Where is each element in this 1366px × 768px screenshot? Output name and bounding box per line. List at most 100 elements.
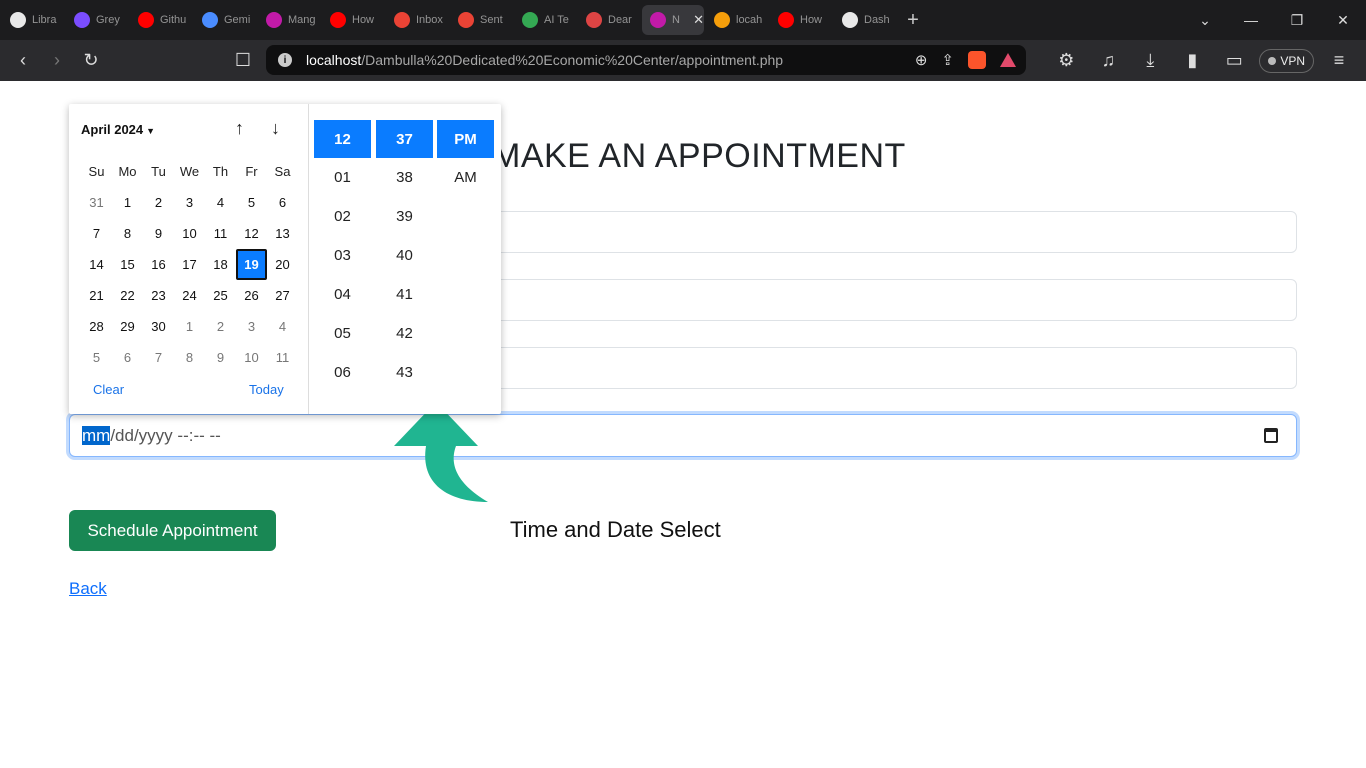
downloads-icon[interactable]: ⤓ bbox=[1133, 44, 1167, 78]
calendar-day[interactable]: 9 bbox=[143, 218, 174, 249]
calendar-day[interactable]: 3 bbox=[236, 311, 267, 342]
menu-icon[interactable]: ≡ bbox=[1322, 44, 1356, 78]
tab-close-icon[interactable]: ✕ bbox=[693, 12, 704, 28]
browser-tab[interactable]: Inbox bbox=[386, 5, 448, 35]
calendar-day[interactable]: 13 bbox=[267, 218, 298, 249]
browser-tab[interactable]: Sent bbox=[450, 5, 512, 35]
schedule-appointment-button[interactable]: Schedule Appointment bbox=[69, 510, 276, 551]
calendar-day[interactable]: 6 bbox=[112, 342, 143, 373]
previous-month-icon[interactable]: ↑ bbox=[235, 118, 244, 139]
calendar-day[interactable]: 4 bbox=[267, 311, 298, 342]
calendar-day[interactable]: 24 bbox=[174, 280, 205, 311]
browser-tab[interactable]: N ✕ bbox=[642, 5, 704, 35]
calendar-day[interactable]: 2 bbox=[205, 311, 236, 342]
calendar-day[interactable]: 5 bbox=[236, 187, 267, 218]
calendar-day[interactable]: 18 bbox=[205, 249, 236, 280]
calendar-day[interactable]: 15 bbox=[112, 249, 143, 280]
restore-button[interactable]: ❐ bbox=[1274, 0, 1320, 40]
selected-minute[interactable]: 37 bbox=[376, 120, 433, 158]
calendar-day[interactable]: 21 bbox=[81, 280, 112, 311]
calendar-day[interactable]: 8 bbox=[174, 342, 205, 373]
extensions-icon[interactable]: ⚙ bbox=[1049, 44, 1083, 78]
browser-tab[interactable]: Gemi bbox=[194, 5, 256, 35]
calendar-day[interactable]: 28 bbox=[81, 311, 112, 342]
share-icon[interactable]: ⇪ bbox=[941, 51, 954, 69]
next-month-icon[interactable]: ↓ bbox=[271, 118, 280, 139]
hour-option[interactable]: 03 bbox=[314, 236, 371, 275]
minute-option[interactable]: 40 bbox=[376, 236, 433, 275]
hour-option[interactable]: 05 bbox=[314, 314, 371, 353]
back-link[interactable]: Back bbox=[69, 579, 107, 599]
selected-ampm[interactable]: PM bbox=[437, 120, 494, 158]
media-icon[interactable]: ♫ bbox=[1091, 44, 1125, 78]
calendar-day[interactable]: 29 bbox=[112, 311, 143, 342]
browser-tab[interactable]: Dear bbox=[578, 5, 640, 35]
calendar-day[interactable]: 20 bbox=[267, 249, 298, 280]
calendar-day[interactable]: 23 bbox=[143, 280, 174, 311]
browser-tab[interactable]: Grey bbox=[66, 5, 128, 35]
hour-option[interactable]: 04 bbox=[314, 275, 371, 314]
bookmark-icon[interactable]: ☐ bbox=[226, 43, 260, 77]
reload-icon[interactable]: ↻ bbox=[74, 44, 108, 78]
browser-tab[interactable]: AI Te bbox=[514, 5, 576, 35]
ampm-option[interactable]: AM bbox=[437, 158, 494, 197]
calendar-icon[interactable] bbox=[1264, 428, 1278, 443]
calendar-day[interactable]: 6 bbox=[267, 187, 298, 218]
calendar-day[interactable]: 3 bbox=[174, 187, 205, 218]
back-nav-icon[interactable]: ‹ bbox=[6, 44, 40, 78]
hour-option[interactable]: 01 bbox=[314, 158, 371, 197]
selected-hour[interactable]: 12 bbox=[314, 120, 371, 158]
calendar-day[interactable]: 10 bbox=[236, 342, 267, 373]
calendar-day[interactable]: 31 bbox=[81, 187, 112, 218]
close-window-button[interactable]: ✕ bbox=[1320, 0, 1366, 40]
calendar-day[interactable]: 17 bbox=[174, 249, 205, 280]
brave-rewards-icon[interactable] bbox=[1000, 53, 1016, 67]
calendar-day[interactable]: 11 bbox=[205, 218, 236, 249]
calendar-day[interactable]: 1 bbox=[112, 187, 143, 218]
zoom-icon[interactable]: ⊕ bbox=[915, 51, 928, 69]
browser-tab[interactable]: How bbox=[322, 5, 384, 35]
month-year-selector[interactable]: April 2024 ▼ bbox=[81, 122, 155, 137]
calendar-day[interactable]: 7 bbox=[143, 342, 174, 373]
vpn-button[interactable]: VPN bbox=[1259, 48, 1314, 73]
browser-tab[interactable]: locah bbox=[706, 5, 768, 35]
calendar-day[interactable]: 4 bbox=[205, 187, 236, 218]
minute-option[interactable]: 43 bbox=[376, 353, 433, 392]
calendar-day[interactable]: 9 bbox=[205, 342, 236, 373]
datetime-input[interactable]: mm/dd/yyyy --:-- -- bbox=[69, 414, 1297, 457]
calendar-day[interactable]: 12 bbox=[236, 218, 267, 249]
new-tab-button[interactable]: + bbox=[896, 9, 930, 32]
site-info-icon[interactable]: i bbox=[278, 53, 292, 67]
tab-search-icon[interactable]: ⌄ bbox=[1182, 0, 1228, 40]
calendar-day[interactable]: 30 bbox=[143, 311, 174, 342]
calendar-day[interactable]: 26 bbox=[236, 280, 267, 311]
sidebar-icon[interactable]: ▮ bbox=[1175, 44, 1209, 78]
calendar-day[interactable]: 5 bbox=[81, 342, 112, 373]
datetime-month-segment[interactable]: mm bbox=[82, 426, 111, 445]
browser-tab[interactable]: Libra bbox=[2, 5, 64, 35]
forward-nav-icon[interactable]: › bbox=[40, 44, 74, 78]
calendar-day[interactable]: 7 bbox=[81, 218, 112, 249]
browser-tab[interactable]: Githu bbox=[130, 5, 192, 35]
calendar-day[interactable]: 1 bbox=[174, 311, 205, 342]
minute-option[interactable]: 41 bbox=[376, 275, 433, 314]
brave-shields-icon[interactable] bbox=[968, 51, 986, 69]
minimize-button[interactable]: — bbox=[1228, 0, 1274, 40]
calendar-day[interactable]: 16 bbox=[143, 249, 174, 280]
calendar-day[interactable]: 27 bbox=[267, 280, 298, 311]
hour-option[interactable]: 02 bbox=[314, 197, 371, 236]
minute-option[interactable]: 39 bbox=[376, 197, 433, 236]
calendar-day[interactable]: 22 bbox=[112, 280, 143, 311]
browser-tab[interactable]: How bbox=[770, 5, 832, 35]
calendar-day[interactable]: 11 bbox=[267, 342, 298, 373]
browser-tab[interactable]: Dash bbox=[834, 5, 896, 35]
address-bar[interactable]: i localhost/Dambulla%20Dedicated%20Econo… bbox=[266, 45, 1026, 75]
wallet-icon[interactable]: ▭ bbox=[1217, 44, 1251, 78]
calendar-day[interactable]: 2 bbox=[143, 187, 174, 218]
today-button[interactable]: Today bbox=[249, 382, 284, 397]
clear-button[interactable]: Clear bbox=[93, 382, 124, 397]
calendar-day[interactable]: 14 bbox=[81, 249, 112, 280]
hour-option[interactable]: 06 bbox=[314, 353, 371, 392]
minute-option[interactable]: 38 bbox=[376, 158, 433, 197]
calendar-day-selected[interactable]: 19 bbox=[236, 249, 267, 280]
